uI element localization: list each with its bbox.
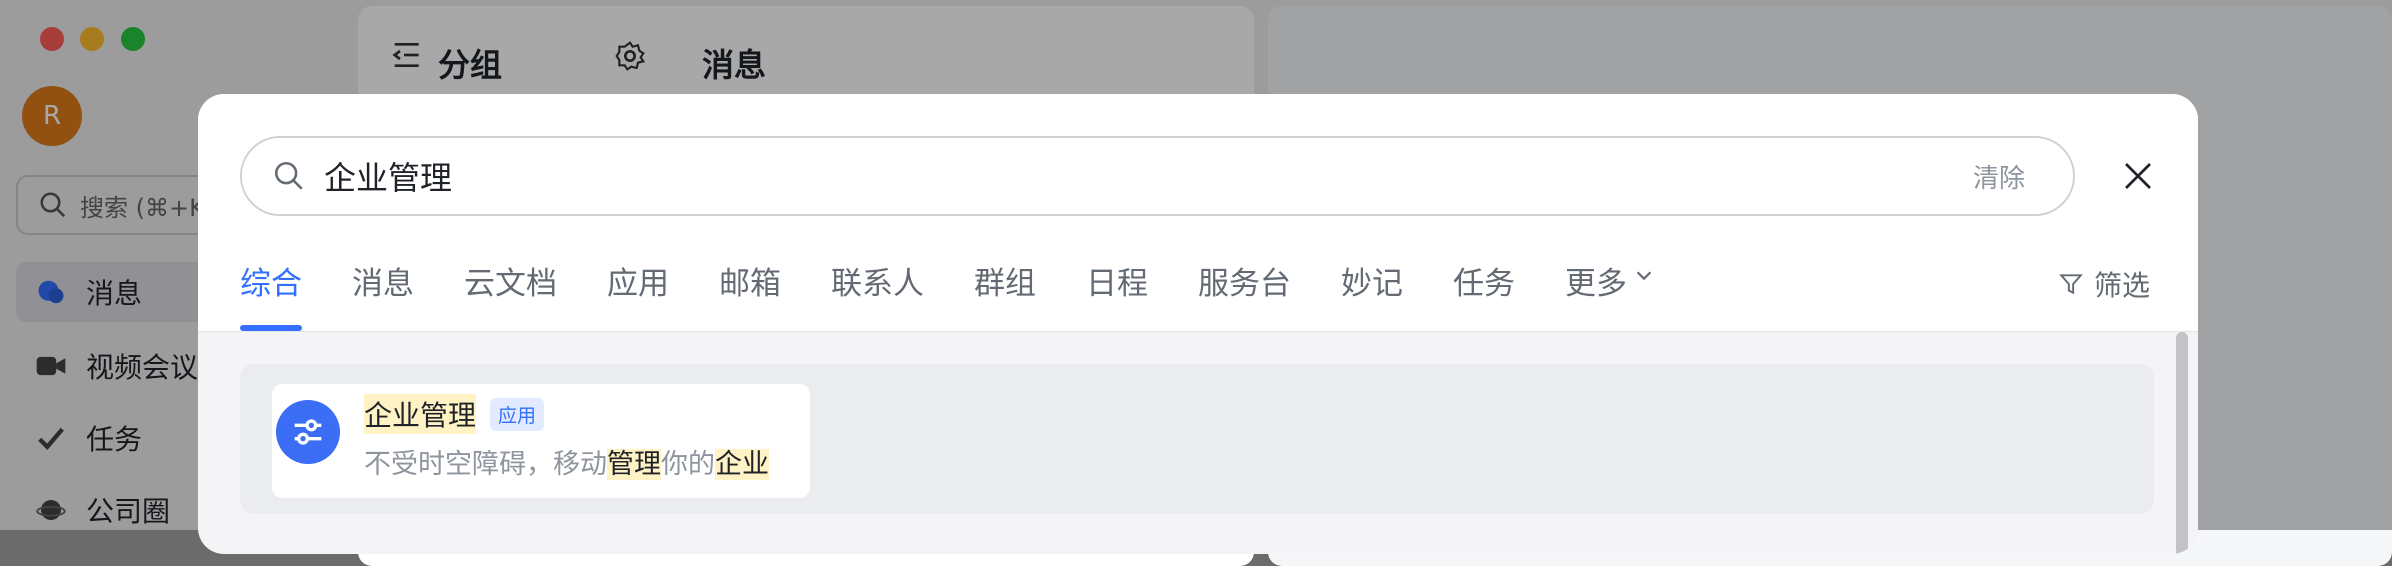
filter-icon: [2059, 274, 2083, 295]
tab-more-label: 更多: [1565, 266, 1627, 302]
tab-mail[interactable]: 邮箱: [719, 254, 781, 331]
tab-docs[interactable]: 云文档: [464, 254, 557, 331]
search-tabs: 综合 消息 云文档 应用 邮箱 联系人 群组 日程 服务台 妙记 任务 更多: [240, 254, 1705, 331]
search-modal: 清除 综合 消息 云文档 应用 邮箱 联系人 群组 日程 服务台 妙记 任务 更…: [198, 94, 2198, 554]
app-badge: 应用: [490, 397, 545, 431]
search-icon: [272, 159, 306, 193]
tab-helpdesk[interactable]: 服务台: [1198, 254, 1291, 331]
tab-apps[interactable]: 应用: [607, 254, 669, 331]
result-title-row: 企业管理 应用: [364, 394, 545, 434]
filter-button[interactable]: 筛选: [2058, 264, 2150, 304]
tab-all[interactable]: 综合: [240, 254, 302, 331]
result-item-enterprise-management[interactable]: 企业管理 应用 不受时空障碍，移动管理你的企业: [272, 384, 810, 498]
desc-highlight: 企业: [715, 449, 769, 480]
search-header: 清除 综合 消息 云文档 应用 邮箱 联系人 群组 日程 服务台 妙记 任务 更…: [198, 94, 2198, 332]
tab-calendar[interactable]: 日程: [1086, 254, 1148, 331]
tab-tasks[interactable]: 任务: [1453, 254, 1515, 331]
desc-text: 不受时空障碍，移动: [364, 449, 607, 480]
tab-messages[interactable]: 消息: [352, 254, 414, 331]
search-input[interactable]: [322, 156, 1973, 196]
results-scrollbar[interactable]: [2176, 332, 2188, 554]
chevron-down-icon: [1636, 271, 1652, 281]
result-title: 企业管理: [364, 394, 477, 434]
results-section: 企业管理 应用 不受时空障碍，移动管理你的企业: [240, 364, 2154, 514]
tab-minutes[interactable]: 妙记: [1341, 254, 1403, 331]
filter-label: 筛选: [2093, 269, 2150, 302]
tab-more[interactable]: 更多: [1565, 254, 1655, 331]
desc-highlight: 管理: [607, 449, 661, 480]
tab-groups[interactable]: 群组: [974, 254, 1036, 331]
search-box[interactable]: 清除: [240, 136, 2075, 216]
sliders-icon: [276, 400, 340, 464]
close-icon: [2125, 163, 2151, 189]
result-description: 不受时空障碍，移动管理你的企业: [364, 442, 769, 481]
tab-contacts[interactable]: 联系人: [831, 254, 924, 331]
clear-button[interactable]: 清除: [1973, 158, 2025, 195]
desc-text: 你的: [661, 449, 715, 480]
close-button[interactable]: [2116, 154, 2160, 198]
